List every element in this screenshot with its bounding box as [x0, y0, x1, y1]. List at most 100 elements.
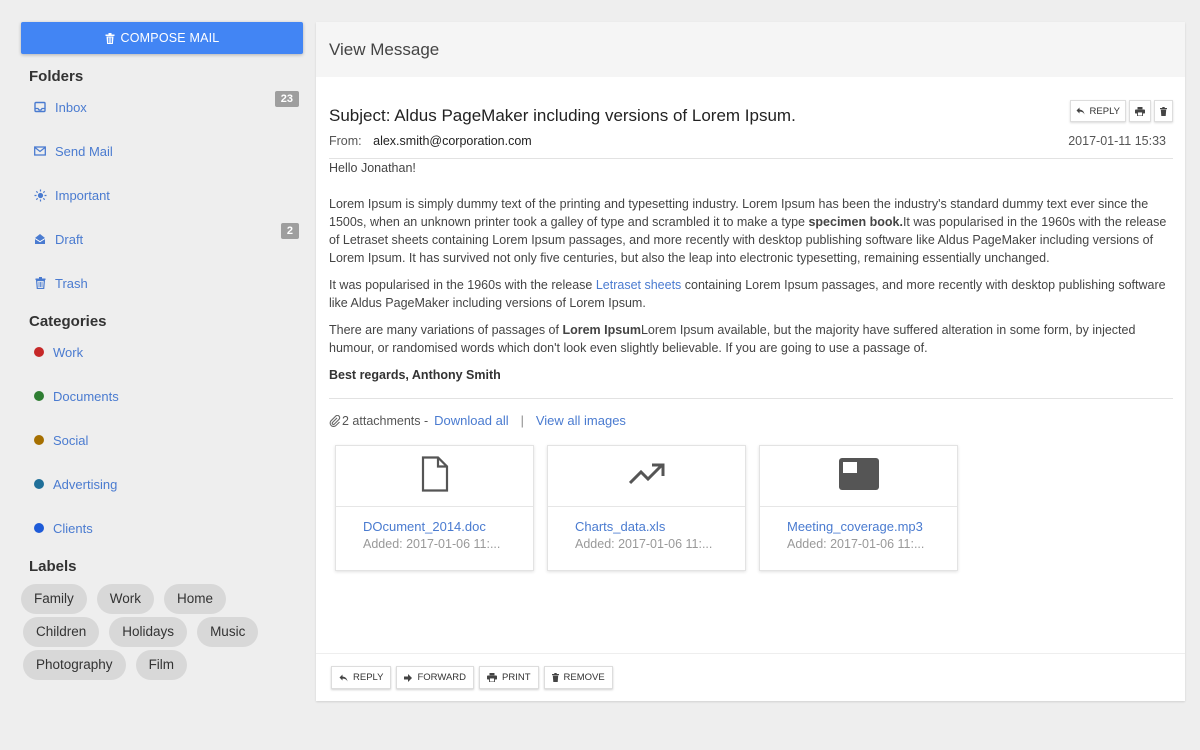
divider [329, 398, 1173, 399]
signature: Best regards, Anthony Smith [329, 368, 501, 382]
open-envelope-icon [33, 232, 47, 246]
category-dot [34, 435, 44, 445]
reply-label: REPLY [353, 672, 384, 683]
attachment-added: Added: 2017-01-06 11:... [363, 537, 501, 551]
footer-print-button[interactable]: PRINT [479, 666, 539, 689]
attachment-preview [760, 446, 957, 507]
category-dot [34, 391, 44, 401]
label-chip-home[interactable]: Home [164, 584, 227, 614]
category-item-social[interactable]: Social [21, 418, 303, 462]
folder-label: Send Mail [55, 143, 113, 159]
message-footer: REPLY FORWARD PRINT REMOVE [316, 653, 1185, 701]
trash-icon [105, 32, 115, 44]
folder-list: Inbox 23 Send Mail Important Draft 2 Tra… [21, 85, 303, 305]
compose-mail-label: COMPOSE MAIL [120, 31, 220, 45]
label-chip-family[interactable]: Family [21, 584, 87, 614]
sender-email: alex.smith@corporation.com [373, 134, 532, 148]
bold-text: specimen book. [808, 215, 903, 229]
paragraph-3: There are many variations of passages of… [329, 321, 1173, 357]
separator: | [520, 413, 524, 428]
labels-title: Labels [29, 558, 77, 575]
category-list: Work Documents Social Advertising Client… [21, 330, 303, 550]
label-chip-holidays[interactable]: Holidays [109, 617, 188, 647]
label-chip-work[interactable]: Work [96, 584, 155, 614]
message-date: 2017-01-11 15:33 [1068, 134, 1166, 148]
download-all-link[interactable]: Download all [434, 413, 508, 428]
folder-item-send-mail[interactable]: Send Mail [21, 129, 303, 173]
category-item-documents[interactable]: Documents [21, 374, 303, 418]
delete-button[interactable] [1154, 100, 1173, 122]
category-item-advertising[interactable]: Advertising [21, 462, 303, 506]
label-chip-photography[interactable]: Photography [23, 650, 126, 680]
folder-item-draft[interactable]: Draft 2 [21, 217, 303, 261]
attachment-name: Meeting_coverage.mp3 [787, 519, 923, 534]
reply-icon [339, 674, 348, 682]
folder-label: Draft [55, 231, 84, 247]
footer-reply-button[interactable]: REPLY [331, 666, 392, 689]
label-chip-children[interactable]: Children [23, 617, 100, 647]
forward-arrow-icon [404, 673, 413, 682]
print-label: PRINT [502, 672, 531, 683]
sidebar: COMPOSE MAIL Folders Inbox 23 Send Mail … [21, 22, 303, 683]
footer-remove-button[interactable]: REMOVE [543, 666, 613, 689]
print-icon [487, 673, 498, 682]
bold-text: Lorem Ipsum [562, 323, 641, 337]
folder-item-inbox[interactable]: Inbox 23 [21, 85, 303, 129]
category-label: Work [53, 344, 84, 360]
attachments-row: 2 attachments - Download all | View all … [329, 413, 1173, 428]
attachment-name: Charts_data.xls [575, 519, 666, 534]
paragraph-text: There are many variations of passages of [329, 323, 563, 337]
category-label: Documents [53, 388, 119, 404]
attachment-card[interactable]: DOcument_2014.doc Added: 2017-01-06 11:.… [335, 445, 534, 571]
attachment-name: DOcument_2014.doc [363, 519, 486, 534]
category-label: Clients [53, 520, 93, 536]
reply-button[interactable]: REPLY [1069, 100, 1126, 122]
trash-icon [1160, 106, 1167, 116]
paragraph-1: Lorem Ipsum is simply dummy text of the … [329, 195, 1173, 267]
panel-header: View Message [316, 22, 1185, 77]
from-label: From: [329, 134, 362, 148]
message-view: Subject: Aldus PageMaker including versi… [316, 97, 1185, 571]
category-dot [34, 523, 44, 533]
label-chip-film[interactable]: Film [135, 650, 188, 680]
category-item-clients[interactable]: Clients [21, 506, 303, 550]
inbox-count-badge: 23 [274, 91, 299, 107]
inbox-icon [33, 100, 47, 114]
remove-label: REMOVE [563, 672, 605, 683]
category-label: Social [53, 432, 89, 448]
attachment-card[interactable]: Meeting_coverage.mp3 Added: 2017-01-06 1… [759, 445, 958, 571]
trash-icon [33, 276, 47, 290]
category-label: Advertising [53, 476, 118, 492]
subject-row: Subject: Aldus PageMaker including versi… [329, 97, 1173, 135]
paragraph-text: It was popularised in the 1960s with the… [329, 278, 596, 292]
footer-forward-button[interactable]: FORWARD [396, 666, 475, 689]
mail-icon [33, 144, 47, 158]
reply-icon [1076, 107, 1085, 115]
folder-item-important[interactable]: Important [21, 173, 303, 217]
attachment-cards: DOcument_2014.doc Added: 2017-01-06 11:.… [335, 445, 1173, 571]
attachment-added: Added: 2017-01-06 11:... [787, 537, 925, 551]
folder-label: Trash [55, 275, 88, 291]
reply-label: REPLY [1089, 105, 1120, 117]
folders-title: Folders [29, 68, 84, 85]
view-all-images-link[interactable]: View all images [536, 413, 626, 428]
letraset-link[interactable]: Letraset sheets [596, 278, 681, 292]
draft-count-badge: 2 [280, 223, 299, 239]
attachment-preview [548, 446, 745, 507]
print-button[interactable] [1129, 100, 1151, 122]
attachment-added: Added: 2017-01-06 11:... [575, 537, 713, 551]
greeting: Hello Jonathan! [329, 161, 416, 175]
panel-title: View Message [329, 39, 440, 59]
folder-item-trash[interactable]: Trash [21, 261, 303, 305]
message-panel: View Message Subject: Aldus PageMaker in… [316, 22, 1185, 701]
attachments-count: 2 attachments - [342, 413, 429, 428]
folder-label: Important [55, 187, 110, 203]
label-chips: Family Work Home Children Holidays Music… [21, 584, 303, 683]
trash-icon [551, 673, 559, 682]
forward-label: FORWARD [417, 672, 467, 683]
label-chip-music[interactable]: Music [197, 617, 259, 647]
category-item-work[interactable]: Work [21, 330, 303, 374]
attachment-card[interactable]: Charts_data.xls Added: 2017-01-06 11:... [547, 445, 746, 571]
compose-mail-button[interactable]: COMPOSE MAIL [21, 22, 303, 54]
folder-label: Inbox [55, 99, 87, 115]
